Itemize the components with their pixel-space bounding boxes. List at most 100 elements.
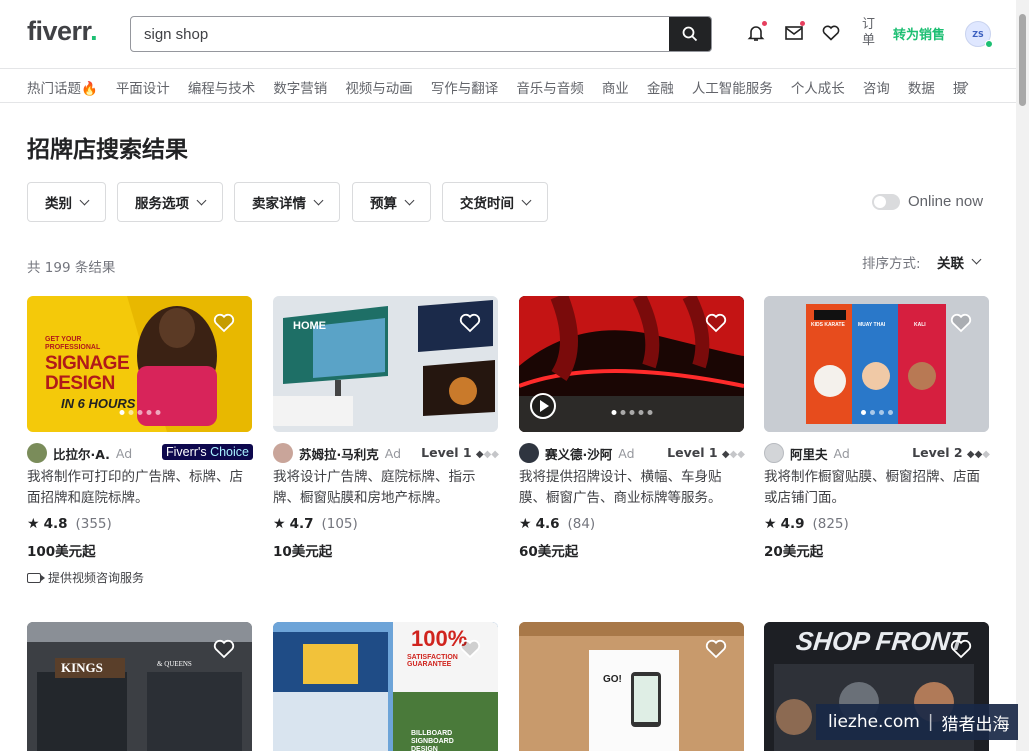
seller-avatar[interactable]	[273, 443, 293, 463]
filter-service-options[interactable]: 服务选项	[117, 182, 223, 222]
bell-icon	[747, 26, 765, 41]
star-icon: ★	[519, 516, 532, 532]
gig-thumbnail[interactable]: GET YOUR PROFESSIONAL SIGNAGE DESIGN IN …	[27, 296, 252, 432]
search-bar	[130, 16, 712, 52]
category-nav-item[interactable]: 编程与技术	[188, 77, 256, 97]
seller-avatar[interactable]	[764, 443, 784, 463]
favorites-button[interactable]	[820, 22, 842, 44]
become-seller-link[interactable]: 转为销售	[893, 24, 945, 43]
notifications-button[interactable]	[745, 21, 767, 44]
seller-name[interactable]: 阿里夫	[790, 444, 828, 463]
filter-delivery-time[interactable]: 交货时间	[442, 182, 548, 222]
gig-title[interactable]: 我将制作可打印的广告牌、标牌、店面招牌和庭院标牌。	[27, 467, 253, 509]
gig-price: 20美元起	[764, 544, 824, 560]
gig-card[interactable]: KINGS & QUEENS	[27, 622, 253, 751]
gig-card[interactable]: 赛义德·沙阿 Ad Level 1 ◆◆◆ 我将提供招牌设计、横幅、车身贴膜、橱…	[519, 296, 745, 560]
gig-thumbnail[interactable]: GO!	[519, 622, 744, 751]
online-indicator	[985, 40, 993, 48]
category-nav-item[interactable]: 商业	[602, 77, 629, 97]
gig-price: 60美元起	[519, 544, 579, 560]
orders-link[interactable]: 订单	[862, 17, 876, 49]
fiverrs-choice-badge: Fiverr's Choice	[162, 444, 253, 460]
gig-price: 10美元起	[273, 544, 333, 560]
gig-thumbnail[interactable]: KIDS KARATE MUAY THAI KALI	[764, 296, 989, 432]
thumb-text: BILLBOARD SIGNBOARD DESIGN	[411, 730, 454, 751]
filter-seller-details[interactable]: 卖家详情	[234, 182, 340, 222]
page-scrollbar[interactable]	[1016, 0, 1029, 751]
star-icon: ★	[273, 516, 286, 532]
heart-icon[interactable]	[459, 639, 481, 659]
gig-title[interactable]: 我将制作橱窗贴膜、橱窗招牌、店面或店铺门面。	[764, 467, 990, 509]
heart-icon[interactable]	[705, 639, 727, 659]
chevron-down-icon	[521, 195, 532, 205]
gig-rating: ★ 4.7 (105)	[273, 516, 358, 532]
category-nav-item[interactable]: 金融	[647, 77, 674, 97]
video-consultation: 提供视频咨询服务	[27, 569, 253, 586]
carousel-dots[interactable]	[860, 410, 893, 415]
gig-thumbnail[interactable]	[519, 296, 744, 432]
thumb-text: HOME	[293, 320, 326, 332]
search-input[interactable]	[131, 17, 671, 51]
sort-label: 排序方式:	[862, 256, 921, 272]
filter-budget[interactable]: 预算	[352, 182, 431, 222]
gig-card[interactable]: HOME 苏姆拉·马利克 Ad Level 1 ◆◆◆ 我将设计广告牌、庭院标牌…	[273, 296, 499, 560]
star-icon: ★	[764, 516, 777, 532]
thumb-text: SHOP FRONT	[794, 626, 968, 656]
category-nav-item[interactable]: 写作与翻译	[431, 77, 499, 97]
seller-name[interactable]: 比拉尔·A.	[53, 444, 110, 463]
thumb-text: GET YOUR PROFESSIONAL	[45, 336, 101, 351]
category-nav-item[interactable]: 音乐与音频	[516, 77, 584, 97]
category-nav-item[interactable]: 数据	[908, 77, 935, 97]
gig-card[interactable]: GO!	[519, 622, 745, 751]
gig-title[interactable]: 我将提供招牌设计、横幅、车身贴膜、橱窗广告、商业标牌等服务。	[519, 467, 745, 509]
category-nav-item[interactable]: 咨询	[863, 77, 890, 97]
category-nav-item[interactable]: 人工智能服务	[692, 77, 773, 97]
gig-title[interactable]: 我将设计广告牌、庭院标牌、指示牌、橱窗贴膜和房地产标牌。	[273, 467, 499, 509]
carousel-dots[interactable]	[119, 410, 160, 415]
seller-name[interactable]: 赛义德·沙阿	[545, 444, 612, 463]
sort-select[interactable]: 关联	[937, 252, 964, 272]
thumb-text: KALI	[914, 322, 926, 328]
ad-label: Ad	[833, 445, 850, 461]
gig-card[interactable]: KIDS KARATE MUAY THAI KALI 阿里夫 Ad Level …	[764, 296, 990, 560]
gig-card[interactable]: GET YOUR PROFESSIONAL SIGNAGE DESIGN IN …	[27, 296, 253, 586]
top-header: fiverr. 订单 转为销售 ZS	[0, 0, 1016, 68]
filter-category[interactable]: 类别	[27, 182, 106, 222]
heart-icon[interactable]	[950, 313, 972, 333]
play-icon[interactable]	[530, 393, 556, 419]
user-avatar[interactable]: ZS	[965, 21, 993, 48]
star-icon: ★	[27, 516, 40, 532]
heart-icon[interactable]	[950, 639, 972, 659]
online-now-toggle[interactable]	[872, 194, 900, 210]
category-nav-item[interactable]: 视频与动画	[345, 77, 413, 97]
gig-rating: ★ 4.9 (825)	[764, 516, 849, 532]
messages-button[interactable]	[783, 21, 805, 44]
category-nav-item[interactable]: 数字营销	[273, 77, 327, 97]
heart-icon[interactable]	[459, 313, 481, 333]
chevron-down-icon[interactable]	[971, 254, 982, 265]
gig-card[interactable]: 100% SATISFACTION GUARANTEE BILLBOARD SI…	[273, 622, 499, 751]
category-nav-item[interactable]: 平面设计	[116, 77, 170, 97]
mail-icon	[785, 26, 803, 40]
heart-icon[interactable]	[213, 313, 235, 333]
search-button[interactable]	[669, 17, 711, 51]
gig-thumbnail[interactable]: KINGS & QUEENS	[27, 622, 252, 751]
category-nav: 热门话题🔥 平面设计 编程与技术 数字营销 视频与动画 写作与翻译 音乐与音频 商业 金融 人工智…	[0, 68, 1016, 103]
gig-thumbnail[interactable]: 100% SATISFACTION GUARANTEE BILLBOARD SI…	[273, 622, 498, 751]
category-scroll-right-icon[interactable]: ›	[964, 77, 969, 92]
seller-name[interactable]: 苏姆拉·马利克	[299, 444, 379, 463]
category-nav-item[interactable]: 个人成长	[791, 77, 845, 97]
heart-icon[interactable]	[705, 313, 727, 333]
seller-avatar[interactable]	[27, 443, 47, 463]
gig-rating: ★ 4.8 (355)	[27, 516, 112, 532]
gig-thumbnail[interactable]: HOME	[273, 296, 498, 432]
carousel-dots[interactable]	[611, 410, 652, 415]
search-icon	[682, 26, 698, 42]
seller-avatar[interactable]	[519, 443, 539, 463]
page-title: 招牌店搜索结果	[27, 137, 188, 163]
category-nav-item[interactable]: 热门话题🔥	[27, 77, 98, 97]
fiverr-logo[interactable]: fiverr.	[27, 16, 98, 47]
scrollbar-thumb[interactable]	[1019, 14, 1026, 106]
heart-icon[interactable]	[213, 639, 235, 659]
ad-label: Ad	[384, 445, 402, 461]
